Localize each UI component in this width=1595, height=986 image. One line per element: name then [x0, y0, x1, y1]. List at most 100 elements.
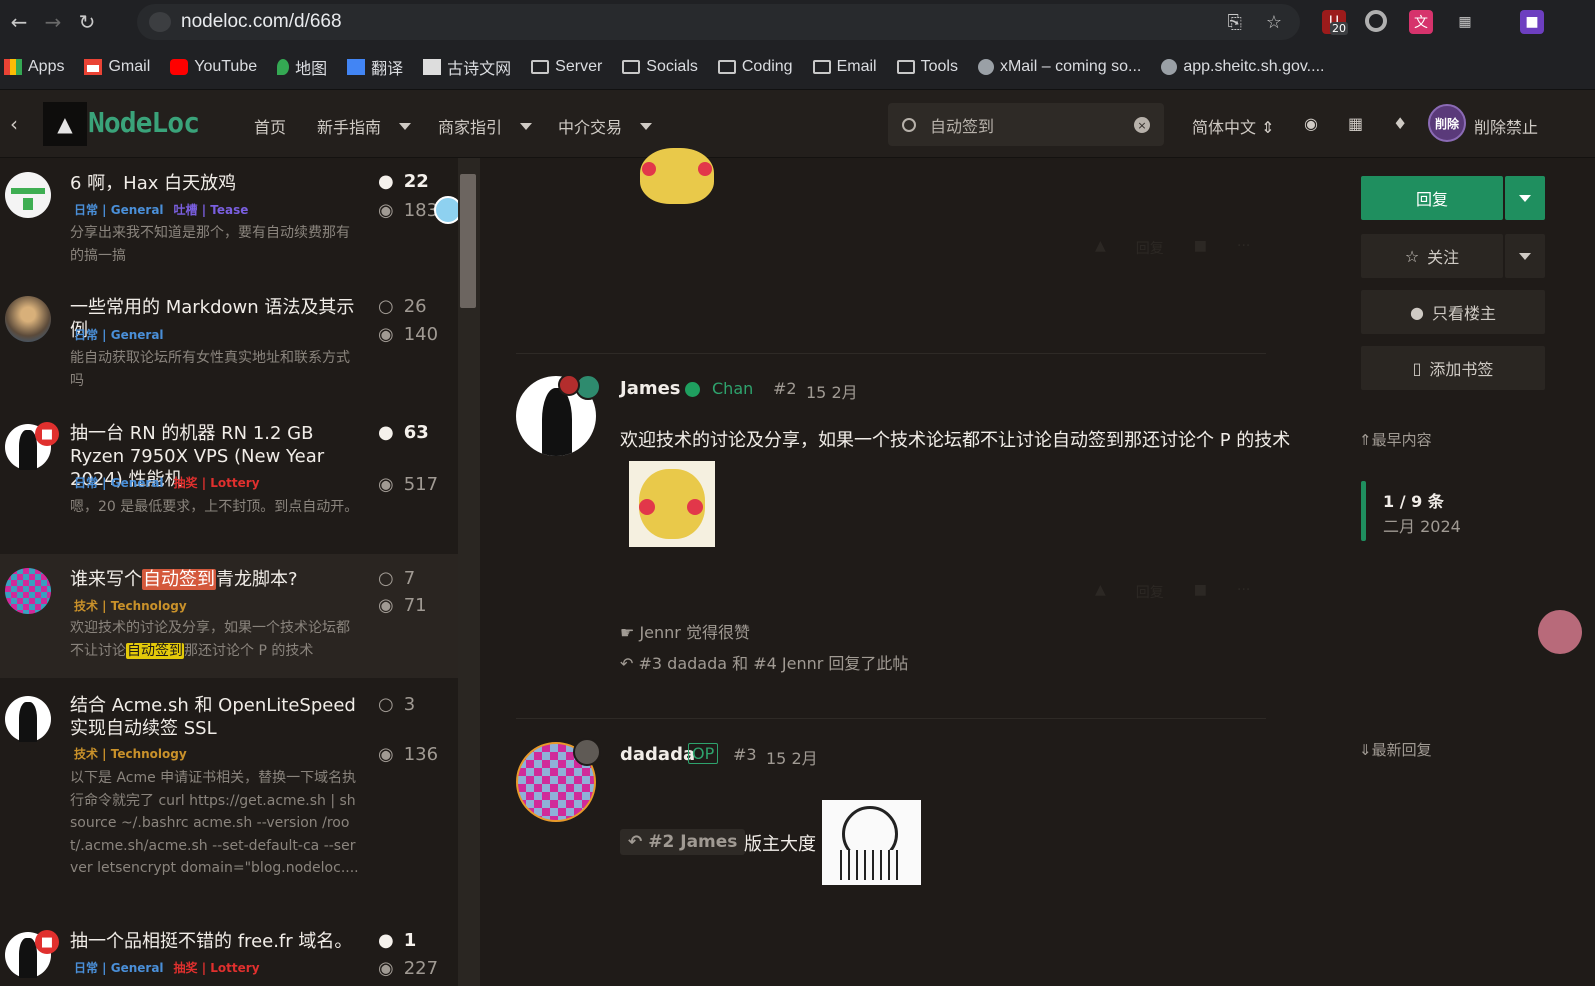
bookmark-apps[interactable]: Apps: [4, 58, 64, 76]
faded-share-icon[interactable]: ■: [1194, 582, 1207, 602]
bookmark-folder-socials[interactable]: Socials: [622, 58, 698, 76]
topic-title[interactable]: 结合 Acme.sh 和 OpenLiteSpeed 实现自动续签 SSL: [70, 694, 360, 740]
notifications-bell-icon[interactable]: ♦: [1393, 114, 1407, 133]
topic-item[interactable]: 结合 Acme.sh 和 OpenLiteSpeed 实现自动续签 SSL 技术…: [0, 678, 458, 922]
bookmark-xmail[interactable]: xMail – coming so...: [977, 58, 1141, 76]
messages-icon[interactable]: ◉: [1304, 114, 1318, 133]
topic-title[interactable]: 抽一个品相挺不错的 free.fr 域名。: [70, 930, 360, 953]
post-divider: [516, 353, 1266, 354]
nav-escrow[interactable]: 中介交易: [558, 114, 653, 138]
faded-like-icon[interactable]: ▲: [1095, 238, 1106, 258]
reload-icon[interactable]: ↻: [72, 7, 102, 37]
follow-dropdown-button[interactable]: [1505, 234, 1545, 278]
circle-extension-icon[interactable]: [1365, 10, 1387, 32]
topic-item[interactable]: 一些常用的 Markdown 语法及其示例 日常 | General 能自动获取…: [0, 284, 458, 410]
tag-tease[interactable]: 吐槽 | Tease: [174, 201, 249, 218]
tag-general[interactable]: 日常 | General: [74, 959, 164, 976]
post-date[interactable]: 15 2月: [766, 745, 818, 769]
star-icon: ☆: [1404, 246, 1420, 266]
tag-lottery[interactable]: 抽奖 | Lottery: [174, 474, 260, 491]
search-input[interactable]: 自动签到: [930, 113, 994, 137]
forward-icon[interactable]: →: [38, 7, 68, 37]
bookmark-youtube[interactable]: YouTube: [170, 58, 257, 76]
scrollbar-thumb[interactable]: [460, 174, 476, 308]
topic-item[interactable]: ■ 抽一个品相挺不错的 free.fr 域名。 日常 | General 抽奖 |…: [0, 922, 458, 986]
url-text[interactable]: nodeloc.com/d/668: [181, 11, 342, 33]
tag-technology[interactable]: 技术 | Technology: [74, 745, 187, 762]
scrubber-handle[interactable]: [1361, 481, 1366, 541]
topic-list-scrollbar[interactable]: [458, 158, 480, 986]
eye-icon: ◉: [378, 958, 394, 979]
post-date[interactable]: 15 2月: [806, 379, 858, 403]
bookmark-gmail[interactable]: Gmail: [84, 58, 150, 76]
bookmark-label: Tools: [920, 57, 958, 75]
bookmark-folder-coding[interactable]: Coding: [717, 58, 793, 76]
view-count: ◉ 227: [378, 958, 438, 979]
replied-summary[interactable]: ↶ #3 dadada 和 #4 Jennr 回复了此帖: [620, 650, 908, 674]
drawer-back-icon[interactable]: ‹: [10, 112, 18, 136]
scrubber-earliest[interactable]: ⇑最早内容: [1359, 429, 1432, 450]
view-count: ◉ 183: [378, 200, 438, 221]
bookmark-star-icon[interactable]: ☆: [1266, 12, 1282, 33]
clear-search-icon[interactable]: ×: [1134, 117, 1150, 133]
faded-share-icon[interactable]: ■: [1194, 238, 1207, 258]
language-select[interactable]: 简体中文 ⇕: [1192, 114, 1275, 138]
topic-item[interactable]: ■ 抽一台 RN 的机器 RN 1.2 GB Ryzen 7950X VPS (…: [0, 410, 458, 554]
bookmark-maps[interactable]: 地图: [277, 55, 327, 79]
likes-summary[interactable]: ☛ Jennr 觉得很赞: [620, 619, 750, 643]
only-op-button[interactable]: ● 只看楼主: [1361, 290, 1545, 334]
site-logo[interactable]: NodeLoc: [88, 106, 200, 139]
nav-merchant[interactable]: 商家指引: [438, 114, 533, 138]
search-box[interactable]: 自动签到 ×: [888, 103, 1164, 146]
reply-dropdown-button[interactable]: [1505, 176, 1545, 220]
user-avatar[interactable]: 削除: [1428, 104, 1466, 142]
address-bar[interactable]: nodeloc.com/d/668 ⎘ ☆: [137, 4, 1300, 40]
tag-lottery[interactable]: 抽奖 | Lottery: [174, 959, 260, 976]
back-icon[interactable]: ←: [4, 7, 34, 37]
faded-more-icon[interactable]: ···: [1237, 582, 1250, 602]
post-author[interactable]: James: [620, 378, 681, 399]
add-bookmark-button[interactable]: ▯ 添加书签: [1361, 346, 1545, 390]
post-body: 欢迎技术的讨论及分享，如果一个技术论坛都不让讨论自动签到那还讨论个 P 的技术: [620, 430, 1291, 451]
faded-more-icon[interactable]: ···: [1237, 238, 1250, 258]
bookmark-folder-email[interactable]: Email: [812, 58, 877, 76]
post-number[interactable]: #2: [773, 379, 797, 398]
bookmark-folder-tools[interactable]: Tools: [896, 57, 958, 76]
puzzle-extensions-icon[interactable]: ▦: [1453, 10, 1477, 34]
quote-mention[interactable]: ↶ #2 James: [620, 829, 746, 855]
calendar-icon[interactable]: ▦: [1348, 114, 1363, 133]
ublock-extension-icon[interactable]: U20: [1322, 10, 1348, 35]
pin-icon[interactable]: ▲: [43, 102, 87, 146]
comment-icon: ●: [378, 171, 394, 192]
faded-like-icon[interactable]: ▲: [1095, 582, 1106, 602]
topic-title[interactable]: 谁来写个自动签到青龙脚本?: [70, 568, 360, 591]
nav-home[interactable]: 首页: [254, 114, 286, 138]
tag-general[interactable]: 日常 | General: [74, 326, 164, 343]
tag-general[interactable]: 日常 | General: [74, 201, 164, 218]
tag-general[interactable]: 日常 | General: [74, 474, 164, 491]
bookmark-translate[interactable]: 翻译: [347, 55, 403, 79]
tag-technology[interactable]: 技术 | Technology: [74, 597, 187, 614]
bookmark-folder-server[interactable]: Server: [531, 58, 602, 76]
user-group-badge[interactable]: Chan: [712, 379, 753, 398]
topic-item-active[interactable]: 谁来写个自动签到青龙脚本? 技术 | Technology 欢迎技术的讨论及分享…: [0, 554, 458, 678]
topic-item[interactable]: 6 啊，Hax 白天放鸡 日常 | General 吐槽 | Tease 分享出来…: [0, 158, 458, 284]
site-info-icon[interactable]: [149, 12, 171, 32]
profile-extension-icon[interactable]: ■: [1520, 10, 1544, 34]
topic-title[interactable]: 6 啊，Hax 白天放鸡: [70, 172, 360, 195]
user-menu[interactable]: 削除禁止: [1474, 114, 1538, 138]
nav-guide[interactable]: 新手指南: [317, 114, 412, 138]
install-app-icon[interactable]: ⎘: [1227, 12, 1241, 33]
floating-helper-icon[interactable]: [1538, 610, 1582, 654]
post-number[interactable]: #3: [733, 745, 757, 764]
follow-button[interactable]: ☆ 关注: [1361, 234, 1503, 278]
faded-reply-button[interactable]: 回复: [1136, 238, 1164, 258]
faded-reply-button[interactable]: 回复: [1136, 582, 1164, 602]
bookmark-gushiwen[interactable]: 古诗文网: [423, 55, 511, 79]
scrubber-latest[interactable]: ⇓最新回复: [1359, 739, 1432, 760]
reply-button[interactable]: 回复: [1361, 176, 1503, 220]
view-value: 140: [403, 324, 439, 345]
post-author[interactable]: dadada: [620, 744, 695, 765]
translate-extension-icon[interactable]: 文: [1409, 10, 1433, 34]
bookmark-sheitc[interactable]: app.sheitc.sh.gov....: [1161, 58, 1324, 76]
